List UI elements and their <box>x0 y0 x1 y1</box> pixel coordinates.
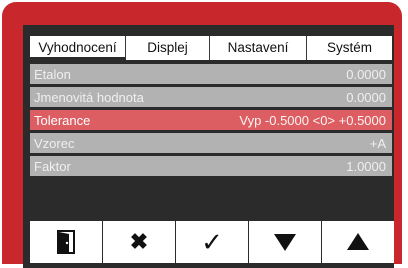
close-icon: ✖ <box>129 229 149 254</box>
confirm-button[interactable]: ✓ <box>176 221 248 263</box>
tab-evaluation[interactable]: Vyhodnocení <box>30 36 126 60</box>
row-label: Vzorec <box>34 135 75 151</box>
parameter-list: Etalon 0.0000 Jmenovitá hodnota 0.0000 T… <box>30 64 392 179</box>
row-value: 0.0000 <box>346 66 386 82</box>
row-label: Tolerance <box>34 112 91 128</box>
row-tolerance[interactable]: Tolerance Vyp -0.5000 <0> +0.5000 <box>30 110 392 130</box>
row-etalon[interactable]: Etalon 0.0000 <box>30 64 392 84</box>
row-formula[interactable]: Vzorec +A <box>30 133 392 153</box>
display-screen: Vyhodnocení Displej Nastavení Systém Eta… <box>23 25 394 268</box>
row-factor[interactable]: Faktor 1.0000 <box>30 156 392 176</box>
row-value: 0.0000 <box>346 89 386 105</box>
tab-system[interactable]: Systém <box>307 36 392 60</box>
row-label: Etalon <box>34 66 71 82</box>
device-frame: Vyhodnocení Displej Nastavení Systém Eta… <box>2 2 402 268</box>
row-nominal-value[interactable]: Jmenovitá hodnota 0.0000 <box>30 87 392 107</box>
tab-settings[interactable]: Nastavení <box>210 36 307 60</box>
row-value: Vyp -0.5000 <0> +0.5000 <box>239 112 386 128</box>
tab-bar: Vyhodnocení Displej Nastavení Systém <box>30 36 392 60</box>
up-button[interactable] <box>322 221 394 263</box>
arrow-down-icon <box>273 232 297 252</box>
row-value: +A <box>369 135 386 151</box>
exit-button[interactable] <box>30 221 102 263</box>
softkey-bar: ✖ ✓ <box>30 221 394 263</box>
row-value: 1.0000 <box>346 158 386 174</box>
cancel-button[interactable]: ✖ <box>103 221 175 263</box>
row-label: Faktor <box>34 158 71 174</box>
tab-display[interactable]: Displej <box>126 36 210 60</box>
exit-door-icon <box>57 230 75 254</box>
checkmark-icon: ✓ <box>201 227 223 257</box>
down-button[interactable] <box>249 221 321 263</box>
row-label: Jmenovitá hodnota <box>34 89 144 105</box>
arrow-up-icon <box>346 232 370 252</box>
